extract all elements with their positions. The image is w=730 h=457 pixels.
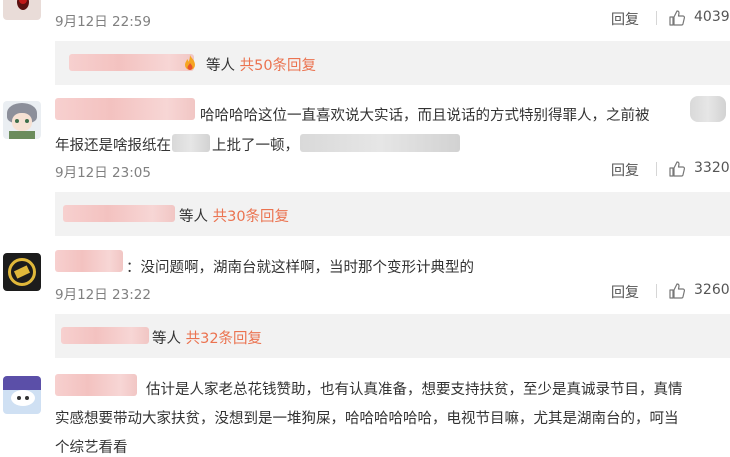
reply-summary-suffix: 等人: [152, 331, 181, 347]
thumbs-up-icon[interactable]: [668, 9, 686, 27]
like-count: 3320: [694, 160, 730, 176]
reply-button[interactable]: 回复: [611, 9, 639, 29]
reply-count-link[interactable]: 共32条回复: [186, 331, 262, 347]
reply-summary-suffix: 等人: [206, 58, 235, 74]
comment-text: 哈哈哈哈这位一直喜欢说大实话，而且说话的方式特别得罪人，之前被: [200, 108, 650, 124]
like-count: 4039: [694, 9, 730, 25]
comment-text: 年报还是啥报纸在: [55, 138, 171, 154]
comment-text: 估计是人家老总花钱赞助，也有认真准备，想要支持扶贫，至少是真诚录节目，真情: [146, 382, 683, 398]
reply-summary[interactable]: 等人 共32条回复: [55, 314, 730, 358]
thumbs-up-icon[interactable]: [668, 282, 686, 300]
like-count: 3260: [694, 282, 730, 298]
avatar[interactable]: [3, 253, 41, 291]
thumbs-up-icon[interactable]: [668, 160, 686, 178]
blurred-usernames: [69, 54, 194, 71]
reply-count-link[interactable]: 共50条回复: [240, 58, 316, 74]
divider: [656, 11, 657, 25]
comment-text: 上批了一顿，: [212, 138, 299, 154]
comment-text: 个综艺看看: [55, 440, 128, 456]
blurred-text: [172, 134, 210, 152]
reply-count-link[interactable]: 共30条回复: [213, 209, 289, 225]
reply-summary[interactable]: 等人 共50条回复: [55, 41, 730, 85]
divider: [656, 162, 657, 176]
comment-text: ：没问题啊，湖南台就这样啊，当时那个变形计典型的: [126, 260, 474, 276]
comment-time: 9月12日 23:05: [55, 165, 151, 181]
avatar[interactable]: [3, 0, 41, 20]
reply-summary[interactable]: 等人 共30条回复: [55, 192, 730, 236]
blurred-text: [300, 134, 460, 152]
blurred-text: [690, 96, 726, 122]
comment-time: 9月12日 23:22: [55, 287, 151, 303]
reply-button[interactable]: 回复: [611, 160, 639, 180]
avatar[interactable]: [3, 101, 41, 139]
reply-summary-suffix: 等人: [179, 209, 208, 225]
blurred-username: [55, 250, 123, 272]
blurred-username: [55, 98, 195, 120]
reply-button[interactable]: 回复: [611, 282, 639, 302]
blurred-usernames: [61, 327, 149, 344]
comment-time: 9月12日 22:59: [55, 14, 151, 30]
comment-text: 实感想要带动大家扶贫，没想到是一堆狗屎，哈哈哈哈哈哈，电视节目嘛，尤其是湖南台的…: [55, 411, 679, 427]
fire-icon: [185, 55, 195, 70]
blurred-usernames: [63, 205, 175, 222]
blurred-username: [55, 374, 137, 396]
avatar[interactable]: [3, 376, 41, 414]
divider: [656, 284, 657, 298]
